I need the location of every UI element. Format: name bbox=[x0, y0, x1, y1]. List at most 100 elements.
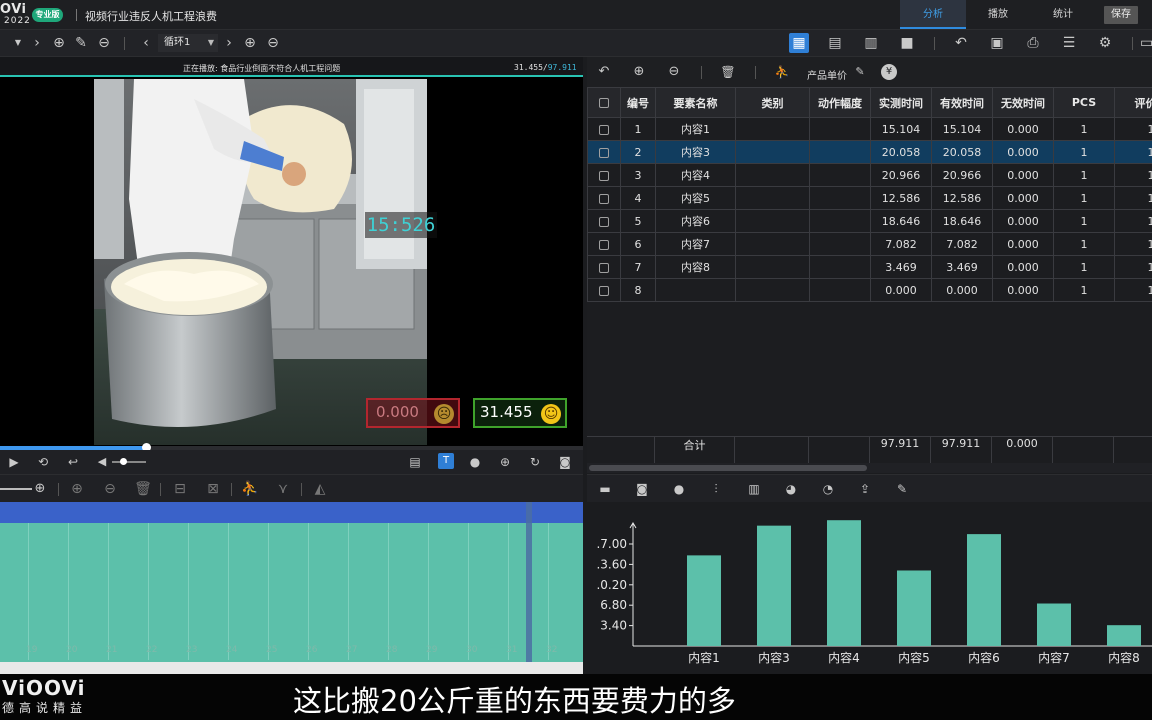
checkbox[interactable] bbox=[599, 285, 609, 296]
layout-split-icon[interactable]: ▤ bbox=[826, 34, 844, 52]
row-checkbox-cell[interactable] bbox=[587, 117, 621, 141]
zoom-in-icon[interactable]: ⊕ bbox=[32, 480, 48, 498]
layout-grid-icon[interactable]: ▦ bbox=[789, 33, 809, 53]
table-row[interactable]: 6内容77.0827.0820.00011 bbox=[587, 232, 1152, 256]
row-checkbox-cell[interactable] bbox=[587, 140, 621, 164]
row-checkbox-cell[interactable] bbox=[587, 255, 621, 279]
play-icon[interactable]: ▶ bbox=[6, 453, 22, 471]
back-icon[interactable]: ↩ bbox=[65, 453, 81, 471]
zoom-slider[interactable] bbox=[0, 488, 32, 490]
undo-icon[interactable]: ↶ bbox=[952, 34, 970, 52]
print-icon[interactable]: ⎙ bbox=[1024, 34, 1042, 52]
volume-icon[interactable]: ◀ bbox=[95, 453, 109, 471]
volume-slider[interactable] bbox=[112, 461, 146, 463]
timeline-scrollbar[interactable] bbox=[0, 662, 583, 674]
pen-icon[interactable]: ✎ bbox=[853, 63, 867, 81]
export-icon[interactable]: ⇪ bbox=[857, 480, 873, 498]
checkbox[interactable] bbox=[599, 147, 609, 158]
chevron-right-icon[interactable]: › bbox=[222, 34, 236, 52]
row-checkbox-cell[interactable] bbox=[587, 278, 621, 302]
remove-circle-icon[interactable]: ⊖ bbox=[96, 34, 112, 52]
row-checkbox-cell[interactable] bbox=[587, 232, 621, 256]
checkbox[interactable] bbox=[599, 124, 609, 135]
header-pcs[interactable]: PCS bbox=[1053, 87, 1115, 118]
pen-icon[interactable]: ✎ bbox=[894, 480, 910, 498]
pen-icon[interactable]: ✎ bbox=[73, 34, 89, 52]
add-circle-icon[interactable]: ⊕ bbox=[242, 34, 258, 52]
camera-icon[interactable]: ◙ bbox=[634, 480, 650, 498]
header-element-name[interactable]: 要素名称 bbox=[655, 87, 736, 118]
add-circle-icon[interactable]: ⊕ bbox=[51, 34, 67, 52]
video-panel[interactable]: 正在播放: 食品行业倒面不符合人机工程问题 31.455/97.911 15:5… bbox=[0, 57, 583, 450]
header-invalid-time[interactable]: 无效时间 bbox=[992, 87, 1054, 118]
video-icon[interactable]: ▣ bbox=[988, 34, 1006, 52]
checkbox[interactable] bbox=[599, 262, 609, 273]
merge-icon[interactable]: ⋎ bbox=[274, 480, 292, 498]
microphone-icon[interactable]: ● bbox=[467, 453, 483, 471]
layout-single-icon[interactable]: ■ bbox=[898, 34, 916, 52]
table-row[interactable]: 80.0000.0000.00011 bbox=[587, 278, 1152, 302]
header-rating[interactable]: 评价系 bbox=[1114, 87, 1152, 118]
checkbox[interactable] bbox=[599, 98, 609, 108]
add-circle-icon[interactable]: ⊕ bbox=[630, 63, 648, 81]
row-checkbox-cell[interactable] bbox=[587, 163, 621, 187]
remove-circle-icon[interactable]: ⊖ bbox=[265, 34, 281, 52]
header-category[interactable]: 类别 bbox=[735, 87, 810, 118]
row-checkbox-cell[interactable] bbox=[587, 209, 621, 233]
table-row[interactable]: 7内容83.4693.4690.00011 bbox=[587, 255, 1152, 279]
table-row[interactable]: 2内容320.05820.0580.00011 bbox=[587, 140, 1152, 164]
gear-icon[interactable]: ⚙ bbox=[1096, 34, 1114, 52]
timeline-cursor[interactable] bbox=[526, 502, 532, 662]
chevron-left-icon[interactable]: ‹ bbox=[139, 34, 153, 52]
person-icon[interactable]: ⛹ bbox=[241, 480, 259, 498]
minus-square-icon[interactable]: ⊟ bbox=[171, 480, 189, 498]
table-row[interactable]: 3内容420.96620.9660.00011 bbox=[587, 163, 1152, 187]
cycle-select[interactable]: 循环1 ▼ bbox=[158, 34, 218, 52]
trash-icon[interactable]: 🗑 bbox=[719, 63, 737, 81]
checkbox[interactable] bbox=[599, 193, 609, 204]
mirror-icon[interactable]: ◭ bbox=[311, 480, 329, 498]
table-row[interactable]: 4内容512.58612.5860.00011 bbox=[587, 186, 1152, 210]
table-row[interactable]: 5内容618.64618.6460.00011 bbox=[587, 209, 1152, 233]
header-select-all[interactable] bbox=[587, 87, 621, 118]
checkbox[interactable] bbox=[599, 239, 609, 250]
pie-chart-icon[interactable]: ◕ bbox=[783, 480, 799, 498]
add-circle-icon[interactable]: ⊕ bbox=[68, 480, 86, 498]
timeline-track[interactable]: 19 20 21 22 23 24 25 26 27 28 29 30 31 32 bbox=[0, 502, 583, 674]
volume-handle[interactable] bbox=[120, 458, 127, 465]
save-button[interactable]: 保存 bbox=[1104, 6, 1138, 24]
timeline-element-bar[interactable] bbox=[0, 502, 583, 523]
header-amplitude[interactable]: 动作幅度 bbox=[809, 87, 871, 118]
tab-stats[interactable]: 统计 bbox=[1030, 0, 1096, 29]
camera-icon[interactable]: ◙ bbox=[557, 453, 573, 471]
document-icon[interactable]: ▤ bbox=[407, 453, 423, 471]
tab-analyze[interactable]: 分析 bbox=[900, 0, 966, 29]
row-checkbox-cell[interactable] bbox=[587, 186, 621, 210]
remove-circle-icon[interactable]: ⊖ bbox=[665, 63, 683, 81]
video-frame[interactable] bbox=[94, 79, 427, 445]
donut-chart-icon[interactable]: ◔ bbox=[820, 480, 836, 498]
refresh-icon[interactable]: ↻ bbox=[527, 453, 543, 471]
checkbox[interactable] bbox=[599, 170, 609, 181]
header-valid-time[interactable]: 有效时间 bbox=[931, 87, 993, 118]
checkbox[interactable] bbox=[599, 216, 609, 227]
person-icon[interactable]: ⛹ bbox=[773, 63, 791, 81]
comment-icon[interactable]: ▬ bbox=[597, 480, 613, 498]
loop-icon[interactable]: ⟲ bbox=[35, 453, 51, 471]
currency-icon[interactable]: ¥ bbox=[881, 64, 897, 80]
table-scrollbar-thumb[interactable] bbox=[589, 465, 867, 471]
dropdown-arrow-icon[interactable]: ▼ bbox=[12, 34, 24, 52]
undo-icon[interactable]: ↶ bbox=[595, 63, 613, 81]
table-scrollbar[interactable] bbox=[587, 463, 1152, 473]
chevron-right-icon[interactable]: › bbox=[30, 34, 44, 52]
table-row[interactable]: 1内容115.10415.1040.00011 bbox=[587, 117, 1152, 141]
zoom-in-icon[interactable]: ⊕ bbox=[497, 453, 513, 471]
close-square-icon[interactable]: ⊠ bbox=[204, 480, 222, 498]
layout-columns-icon[interactable]: ▥ bbox=[862, 34, 880, 52]
text-icon[interactable]: T bbox=[438, 453, 454, 469]
sliders-icon[interactable]: ⫶ bbox=[708, 480, 724, 498]
header-number[interactable]: 编号 bbox=[620, 87, 656, 118]
menu-icon[interactable]: ☰ bbox=[1060, 34, 1078, 52]
header-measured-time[interactable]: 实测时间 bbox=[870, 87, 932, 118]
more-icon[interactable]: ▭ bbox=[1140, 34, 1152, 52]
